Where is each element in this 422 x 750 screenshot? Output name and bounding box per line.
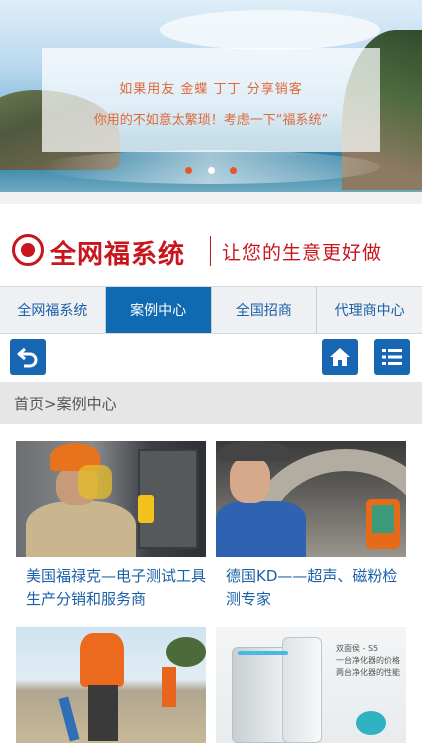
thumb-person-shirt [216,501,306,557]
case-thumbnail[interactable] [16,441,206,557]
case-card-4[interactable]: 双面侯 - S5 一台净化器的价格 两台净化器的性能 [216,627,406,743]
thumb-purifier-2 [282,637,322,743]
hero-banner[interactable]: 如果用友 金蝶 丁丁 分享销客 你用的不如意太繁琐！考虑一下“福系统” [0,0,422,192]
logo-slogan: 让您的生意更好做 [222,242,383,264]
logo-bar: 全网福系统 让您的生意更好做 [0,204,422,286]
case-card-kd[interactable]: 德国KD——超声、磁粉检测专家 [216,441,406,611]
thumb-tree [166,637,206,667]
thumb-person-body [26,501,136,557]
main-nav: 全网福系统 案例中心 全国招商 代理商中心 [0,286,422,334]
thumb-visor [78,465,112,499]
case-thumbnail[interactable]: 双面侯 - S5 一台净化器的价格 两台净化器的性能 [216,627,406,743]
thumb-leaf-badge [356,711,386,735]
logo-seal-icon [12,234,44,266]
nav-item-cases[interactable]: 案例中心 [105,287,212,333]
thumb-device [138,495,154,523]
menu-button[interactable] [374,339,410,375]
thumb-ad-text: 双面侯 - S5 一台净化器的价格 两台净化器的性能 [336,643,406,679]
breadcrumb: 首页>案例中心 [0,382,422,424]
thumb-ad-line-1: 双面侯 - S5 [336,644,379,653]
banner-line-1: 如果用友 金蝶 丁丁 分享销客 [119,82,303,97]
section-separator [0,192,422,204]
carousel-dot-2[interactable] [207,167,215,174]
thumb-person-face [230,457,270,503]
case-card-fluke[interactable]: 美国福禄克—电子测试工具生产分销和服务商 [16,441,206,611]
thumb-cap [220,441,290,461]
thumb-worker-legs [88,685,118,741]
banner-caption: 如果用友 金蝶 丁丁 分享销客 你用的不如意太繁琐！考虑一下“福系统” [42,48,380,152]
thumb-purifier-stripe [238,651,288,655]
home-icon [330,348,350,366]
back-arrow-icon [17,347,38,368]
thumb-person-2 [162,667,176,707]
logo-divider [210,236,211,266]
case-title[interactable]: 美国福禄克—电子测试工具生产分销和服务商 [16,565,206,611]
case-thumbnail[interactable] [216,441,406,557]
carousel-dot-3[interactable] [229,167,237,174]
back-button[interactable] [10,339,46,375]
nav-item-investment[interactable]: 全国招商 [212,287,318,333]
case-card-3[interactable] [16,627,206,743]
logo-name[interactable]: 全网福系统 [50,234,185,271]
banner-cloud [160,10,380,50]
home-button[interactable] [322,339,358,375]
thumb-ad-line-2: 一台净化器的价格 [336,656,400,665]
thumb-tablet-screen [372,505,394,533]
case-thumbnail[interactable] [16,627,206,743]
list-menu-icon [382,349,402,365]
nav-item-system[interactable]: 全网福系统 [0,287,106,333]
banner-line-2: 你用的不如意太繁琐！考虑一下“福系统” [93,113,329,128]
thumb-ad-line-3: 两台净化器的性能 [336,668,400,677]
thumb-worker-vest [80,633,124,687]
case-title[interactable]: 德国KD——超声、磁粉检测专家 [216,565,406,611]
carousel-dots [0,159,422,178]
carousel-dot-1[interactable] [185,167,193,174]
nav-item-agents[interactable]: 代理商中心 [317,287,422,333]
case-grid: 美国福禄克—电子测试工具生产分销和服务商 德国KD——超声、磁粉检测专家 双面侯… [0,424,422,750]
toolbar [0,334,422,382]
breadcrumb-text[interactable]: 首页>案例中心 [14,393,117,414]
thumb-tool [58,696,80,742]
